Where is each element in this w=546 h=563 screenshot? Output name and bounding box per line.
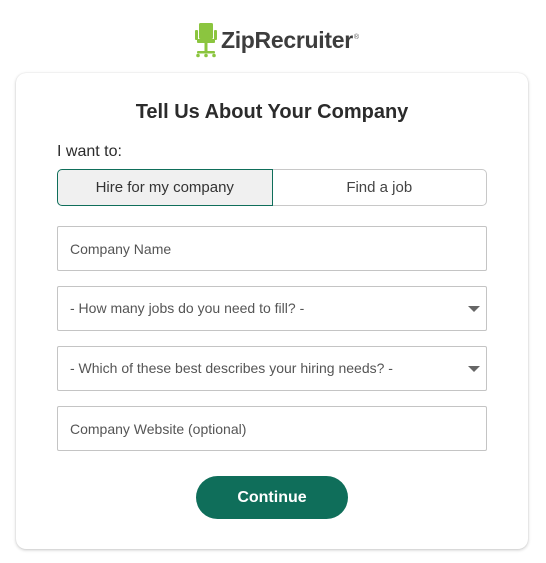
registered-mark: ® — [353, 34, 360, 41]
company-form-card: Tell Us About Your Company I want to: Hi… — [16, 73, 528, 549]
brand-name: ZipRecruiter — [220, 26, 353, 53]
chevron-down-icon — [468, 366, 480, 372]
intent-label: I want to: — [57, 143, 122, 160]
company-website-field[interactable] — [57, 406, 487, 451]
find-a-job-button[interactable]: Find a job — [272, 169, 487, 206]
company-name-input[interactable] — [58, 227, 486, 270]
jobs-count-select[interactable]: - How many jobs do you need to fill? - — [57, 286, 487, 331]
ziprecruiter-logo: ZipRecruiter ® — [0, 20, 546, 60]
company-name-field[interactable] — [57, 226, 487, 271]
page-title: Tell Us About Your Company — [135, 101, 409, 123]
intent-toggle: Hire for my company Find a job — [57, 169, 487, 206]
hiring-needs-select[interactable]: - Which of these best describes your hir… — [57, 346, 487, 391]
hiring-needs-select-value: - Which of these best describes your hir… — [70, 360, 393, 376]
chevron-down-icon — [468, 306, 480, 312]
company-website-input[interactable] — [58, 407, 486, 450]
hire-for-my-company-button[interactable]: Hire for my company — [57, 169, 273, 206]
continue-button[interactable]: Continue — [196, 476, 348, 519]
jobs-count-select-value: - How many jobs do you need to fill? - — [70, 300, 305, 316]
chair-logo-icon — [194, 23, 217, 58]
